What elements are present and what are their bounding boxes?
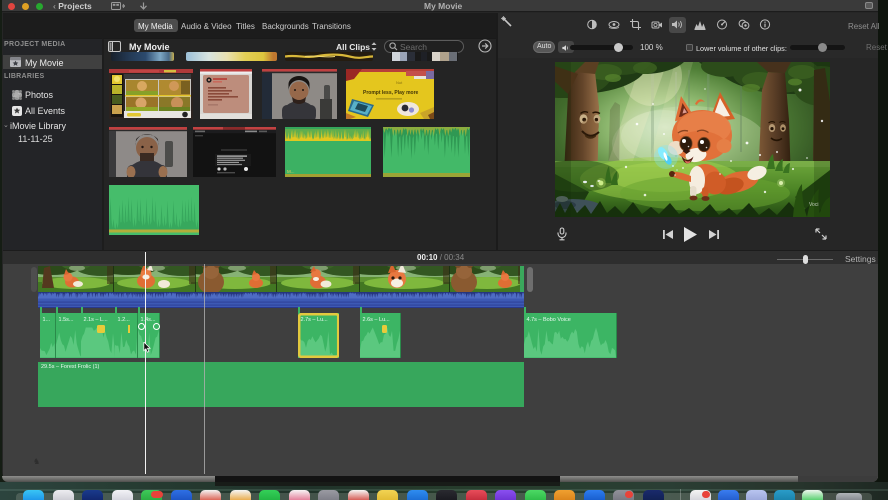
- svg-text:Nut: Nut: [396, 80, 403, 85]
- svg-text:1.5s...: 1.5s...: [58, 317, 73, 323]
- svg-text:Voci: Voci: [809, 202, 818, 208]
- svg-text:Prompt less, Play more: Prompt less, Play more: [363, 90, 419, 96]
- svg-text:1.2...: 1.2...: [118, 317, 131, 323]
- svg-text:1...: 1...: [43, 317, 51, 323]
- svg-text:M...: M...: [287, 169, 295, 174]
- svg-text:1.4s...: 1.4s...: [140, 317, 155, 323]
- svg-text:2.7s – Lu...: 2.7s – Lu...: [301, 317, 329, 323]
- svg-text:4.7s – Bobo Voice: 4.7s – Bobo Voice: [527, 317, 571, 323]
- svg-text:2.1s – L...: 2.1s – L...: [84, 317, 109, 323]
- svg-text:2.6s – Lu...: 2.6s – Lu...: [363, 317, 391, 323]
